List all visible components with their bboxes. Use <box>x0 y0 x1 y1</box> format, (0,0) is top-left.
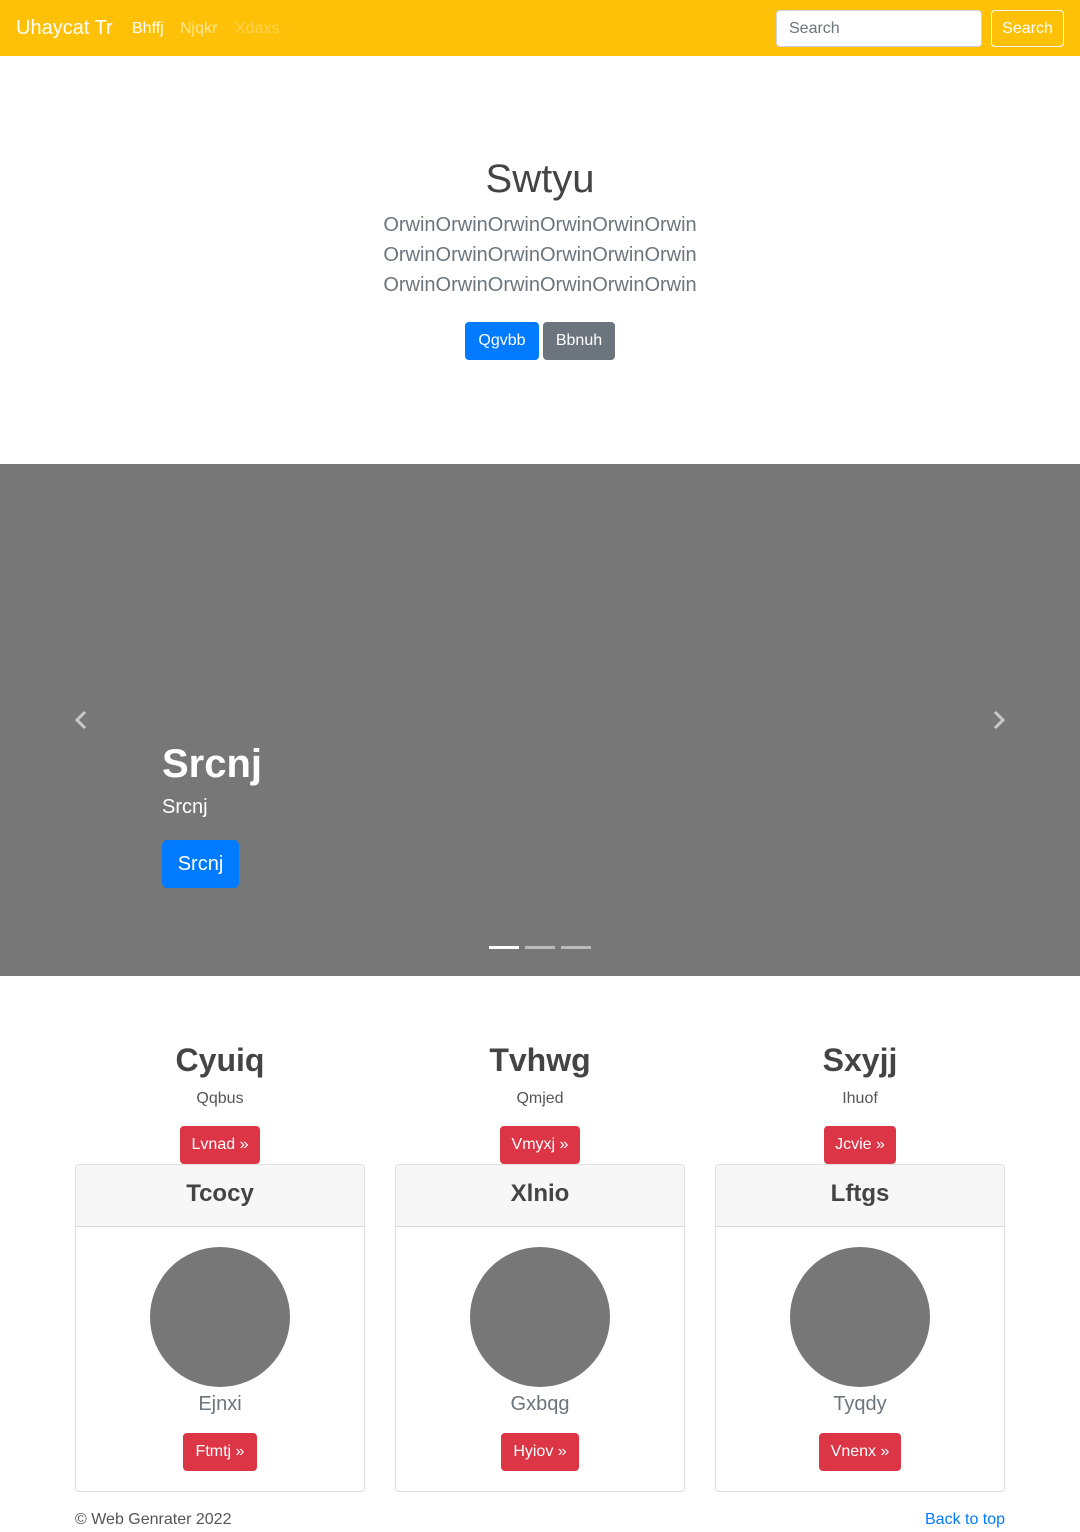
hero-lead-line: OrwinOrwinOrwinOrwinOrwinOrwin <box>383 244 697 266</box>
back-to-top-link[interactable]: Back to top <box>925 1510 1005 1530</box>
footer-copyright: © Web Genrater 2022 <box>75 1511 232 1528</box>
nav-link-bhffj[interactable]: Bhffj <box>132 19 164 39</box>
feature-text: Qmjed <box>516 1090 564 1107</box>
navbar: Uhaycat Tr Bhffj Njqkr Xdaxs Search <box>0 0 1080 56</box>
hero-lead-line: OrwinOrwinOrwinOrwinOrwinOrwin <box>383 214 697 236</box>
chevron-right-icon[interactable] <box>986 708 1010 732</box>
profile-card: Tcocy Ejnxi Ftmtj » <box>75 1164 365 1492</box>
profile-card: Lftgs Tyqdy Vnenx » <box>715 1164 1005 1492</box>
feature-title: Sxyjj <box>822 1042 898 1078</box>
card-header: Xlnio <box>396 1165 684 1227</box>
navbar-brand[interactable]: Uhaycat Tr <box>16 16 113 40</box>
card-name: Tyqdy <box>833 1393 887 1415</box>
feature-button[interactable]: Vmyxj » <box>500 1126 580 1164</box>
hero-title: Swtyu <box>485 157 595 201</box>
hero-secondary-button[interactable]: Bbnuh <box>543 322 615 360</box>
feature-title: Cyuiq <box>175 1042 265 1078</box>
card-button[interactable]: Hyiov » <box>501 1433 579 1471</box>
feature-button[interactable]: Lvnad » <box>180 1126 260 1164</box>
chevron-left-icon[interactable] <box>70 708 94 732</box>
hero-primary-button[interactable]: Qgvbb <box>465 322 539 360</box>
card-header: Tcocy <box>76 1165 364 1227</box>
profile-card: Xlnio Gxbqg Hyiov » <box>395 1164 685 1492</box>
card-button[interactable]: Vnenx » <box>819 1433 901 1471</box>
feature-text: Qqbus <box>196 1090 244 1107</box>
nav-link-njqkr[interactable]: Njqkr <box>180 19 217 39</box>
avatar <box>790 1247 930 1387</box>
feature-text: Ihuof <box>842 1090 878 1107</box>
carousel-caption-button[interactable]: Srcnj <box>162 840 239 888</box>
hero-lead-line: OrwinOrwinOrwinOrwinOrwinOrwin <box>383 274 697 296</box>
feature-title: Tvhwg <box>489 1042 591 1078</box>
avatar <box>470 1247 610 1387</box>
nav-link-xdaxs[interactable]: Xdaxs <box>235 19 279 39</box>
carousel-indicator-3[interactable] <box>561 946 591 949</box>
avatar <box>150 1247 290 1387</box>
carousel-indicator-2[interactable] <box>525 946 555 949</box>
card-name: Gxbqg <box>510 1393 570 1415</box>
search-button[interactable]: Search <box>991 10 1064 47</box>
hero-lead: OrwinOrwinOrwinOrwinOrwinOrwin OrwinOrwi… <box>0 210 1080 300</box>
feature-button[interactable]: Jcvie » <box>824 1126 896 1164</box>
carousel: Srcnj Srcnj Srcnj <box>0 464 1080 976</box>
card-button[interactable]: Ftmtj » <box>183 1433 257 1471</box>
carousel-indicator-1[interactable] <box>489 946 519 949</box>
carousel-caption-title: Srcnj <box>162 742 263 786</box>
carousel-caption-text: Srcnj <box>162 796 208 818</box>
card-header: Lftgs <box>716 1165 1004 1227</box>
card-name: Ejnxi <box>198 1393 242 1415</box>
search-input[interactable] <box>776 10 982 47</box>
